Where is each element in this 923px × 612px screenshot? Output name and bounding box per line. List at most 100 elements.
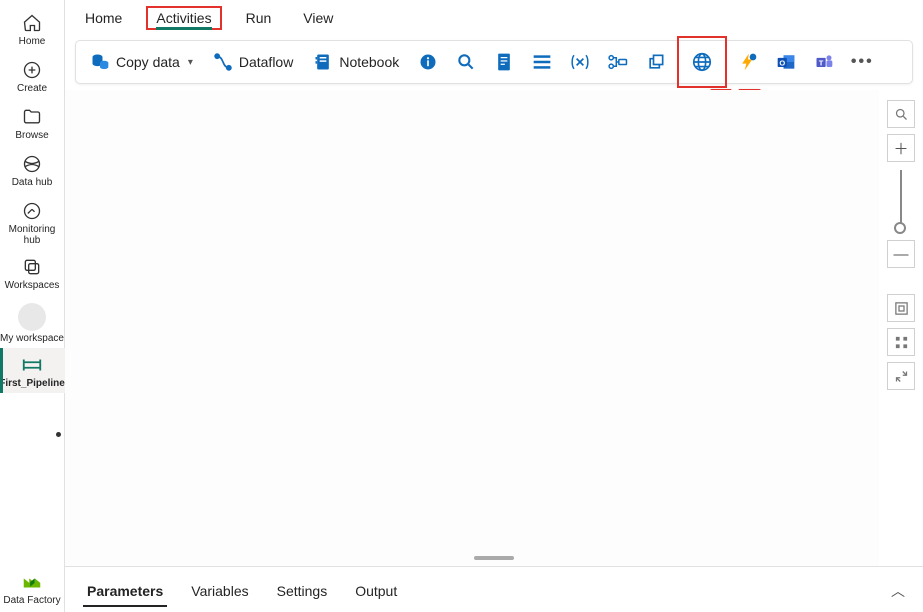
app-root: Home Create Browse Data hub Monitoring h… bbox=[0, 0, 923, 612]
bottom-panel-wrap: Parameters Variables Settings Output ︿ bbox=[65, 566, 923, 612]
script-icon bbox=[495, 52, 513, 72]
dataflow-label: Dataflow bbox=[239, 54, 293, 70]
chevron-up-icon: ︿ bbox=[891, 583, 905, 599]
monitoring-icon bbox=[21, 200, 43, 222]
nav-my-workspace-label: My workspace bbox=[0, 333, 64, 344]
magnify-icon bbox=[456, 52, 476, 72]
bottom-tab-output[interactable]: Output bbox=[351, 573, 401, 609]
globe-icon bbox=[691, 51, 713, 73]
left-nav-rail: Home Create Browse Data hub Monitoring h… bbox=[0, 0, 65, 612]
dataflow-button[interactable]: Dataflow bbox=[205, 46, 301, 78]
pipeline-small-icon bbox=[607, 53, 629, 71]
svg-text:T: T bbox=[819, 58, 824, 67]
avatar-icon bbox=[18, 303, 46, 331]
sproc-activity-button[interactable] bbox=[525, 45, 559, 79]
auto-align-button[interactable] bbox=[887, 328, 915, 356]
tab-activities[interactable]: Activities bbox=[146, 6, 221, 30]
copy-data-icon bbox=[90, 52, 110, 72]
web-activity-button[interactable] bbox=[677, 36, 727, 88]
bottom-panel: Parameters Variables Settings Output ︿ bbox=[65, 566, 923, 612]
notebook-label: Notebook bbox=[339, 54, 399, 70]
bolt-icon bbox=[738, 52, 758, 72]
nav-pipeline-item[interactable]: First_Pipeline bbox=[0, 348, 65, 393]
data-factory-icon bbox=[21, 571, 43, 593]
nav-create-label: Create bbox=[17, 83, 47, 94]
minus-icon: — bbox=[894, 246, 909, 263]
zoom-handle-icon bbox=[894, 222, 906, 234]
variable-activity-button[interactable] bbox=[563, 45, 597, 79]
panel-collapse-button[interactable]: ︿ bbox=[891, 581, 905, 601]
copy-data-button[interactable]: Copy data ▾ bbox=[82, 46, 201, 78]
nav-my-workspace[interactable]: My workspace bbox=[0, 297, 65, 348]
nav-browse[interactable]: Browse bbox=[0, 100, 65, 147]
activities-ribbon: Copy data ▾ Dataflow Notebook bbox=[75, 40, 913, 84]
nav-data-factory-label: Data Factory bbox=[3, 595, 60, 606]
tab-home[interactable]: Home bbox=[73, 4, 134, 32]
svg-text:O: O bbox=[780, 58, 786, 67]
nav-browse-label: Browse bbox=[15, 130, 48, 141]
ribbon-tabs: Home Activities Run View bbox=[65, 0, 923, 36]
outlook-icon: O bbox=[776, 52, 796, 72]
nav-datahub[interactable]: Data hub bbox=[0, 147, 65, 194]
nav-workspaces-label: Workspaces bbox=[5, 280, 60, 291]
azure-function-button[interactable] bbox=[731, 45, 765, 79]
fullscreen-button[interactable] bbox=[887, 362, 915, 390]
nav-datahub-label: Data hub bbox=[12, 177, 53, 188]
script-activity-button[interactable] bbox=[487, 45, 521, 79]
nav-home[interactable]: Home bbox=[0, 6, 65, 53]
main-area: Home Activities Run View Copy data ▾ bbox=[65, 0, 923, 612]
teams-activity-button[interactable]: T bbox=[807, 45, 841, 79]
list-icon bbox=[532, 53, 552, 71]
fit-screen-button[interactable] bbox=[887, 294, 915, 322]
bottom-tab-settings[interactable]: Settings bbox=[273, 573, 332, 609]
workspaces-icon bbox=[21, 256, 43, 278]
unsaved-indicator-icon bbox=[56, 432, 61, 437]
dataflow-icon bbox=[213, 52, 233, 72]
tab-run[interactable]: Run bbox=[234, 4, 284, 32]
notebook-button[interactable]: Notebook bbox=[305, 46, 407, 78]
pipeline-icon bbox=[21, 354, 43, 376]
chevron-down-icon: ▾ bbox=[188, 57, 193, 68]
search-icon bbox=[894, 107, 909, 122]
outlook-activity-button[interactable]: O bbox=[769, 45, 803, 79]
zoom-slider[interactable] bbox=[900, 170, 902, 232]
plus-circle-icon bbox=[21, 59, 43, 81]
zoom-out-button[interactable]: — bbox=[887, 240, 915, 268]
fit-icon bbox=[894, 301, 909, 316]
info-icon bbox=[418, 52, 438, 72]
collapse-arrows-icon bbox=[894, 369, 909, 384]
tab-view[interactable]: View bbox=[291, 4, 345, 32]
bottom-tab-parameters[interactable]: Parameters bbox=[83, 573, 167, 609]
copy-data-label: Copy data bbox=[116, 54, 180, 70]
nav-monitoring[interactable]: Monitoring hub bbox=[0, 194, 65, 250]
notebook-icon bbox=[313, 52, 333, 72]
home-icon bbox=[21, 12, 43, 34]
nav-pipeline-label: First_Pipeline bbox=[0, 378, 65, 389]
nav-data-factory[interactable]: Data Factory bbox=[0, 565, 65, 612]
ribbon-container: Copy data ▾ Dataflow Notebook bbox=[65, 36, 923, 84]
info-activity-button[interactable] bbox=[411, 45, 445, 79]
nav-create[interactable]: Create bbox=[0, 53, 65, 100]
more-icon: ••• bbox=[851, 53, 874, 71]
ribbon-overflow-button[interactable]: ••• bbox=[845, 45, 879, 79]
folder-icon bbox=[21, 106, 43, 128]
plus-icon: ＋ bbox=[893, 138, 908, 159]
nav-workspaces[interactable]: Workspaces bbox=[0, 250, 65, 297]
canvas-area: ＋ — bbox=[65, 90, 923, 566]
panel-drag-handle[interactable] bbox=[474, 556, 514, 560]
foreach-icon bbox=[646, 52, 666, 72]
bottom-tab-variables[interactable]: Variables bbox=[187, 573, 252, 609]
foreach-activity-button[interactable] bbox=[639, 45, 673, 79]
variable-icon bbox=[569, 52, 591, 72]
teams-icon: T bbox=[814, 52, 834, 72]
canvas-search-button[interactable] bbox=[887, 100, 915, 128]
nav-home-label: Home bbox=[19, 36, 46, 47]
pipeline-activity-button[interactable] bbox=[601, 45, 635, 79]
lookup-activity-button[interactable] bbox=[449, 45, 483, 79]
pipeline-canvas[interactable] bbox=[65, 90, 879, 566]
align-icon bbox=[894, 335, 909, 350]
zoom-in-button[interactable]: ＋ bbox=[887, 134, 915, 162]
datahub-icon bbox=[21, 153, 43, 175]
nav-monitoring-label: Monitoring hub bbox=[0, 224, 65, 246]
canvas-controls: ＋ — bbox=[879, 90, 923, 566]
